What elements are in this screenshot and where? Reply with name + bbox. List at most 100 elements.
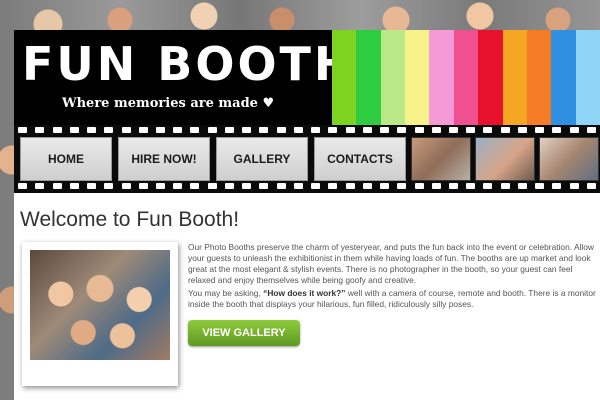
sprocket-hole	[328, 127, 338, 133]
color-stripes	[332, 30, 600, 125]
sprocket-hole	[345, 183, 355, 189]
sprocket-hole	[311, 183, 321, 189]
sprocket-hole	[259, 127, 269, 133]
sprocket-hole	[397, 127, 407, 133]
sprocket-hole	[121, 127, 131, 133]
sprocket-hole	[431, 183, 441, 189]
sprocket-hole	[345, 127, 355, 133]
sprocket-hole	[380, 127, 390, 133]
nav-contacts-button[interactable]: CONTACTS	[314, 137, 406, 181]
color-stripe	[551, 30, 576, 125]
sprocket-hole	[362, 127, 372, 133]
sprocket-hole	[35, 183, 45, 189]
sprocket-hole	[207, 127, 217, 133]
sprocket-hole	[18, 127, 28, 133]
sprocket-hole	[466, 127, 476, 133]
film-photo	[475, 137, 535, 181]
sprocket-hole	[18, 183, 28, 189]
polaroid-frame	[22, 242, 178, 386]
para2-question: “How does it work?”	[263, 288, 346, 298]
group-photo	[30, 250, 170, 360]
site-header: FUN BOOTH Where memories are made ♥	[14, 30, 600, 125]
sprocket-hole	[224, 183, 234, 189]
sprocket-hole	[328, 183, 338, 189]
sprocket-hole	[414, 183, 424, 189]
film-photo	[539, 137, 599, 181]
sprocket-hole	[276, 183, 286, 189]
sprocket-hole	[35, 127, 45, 133]
sprocket-hole	[535, 127, 545, 133]
sprocket-hole	[69, 127, 79, 133]
sprocket-hole	[500, 127, 510, 133]
sprocket-holes-bottom	[14, 183, 600, 191]
sprocket-hole	[448, 183, 458, 189]
sprocket-hole	[121, 183, 131, 189]
color-stripe	[575, 30, 600, 125]
sprocket-hole	[104, 183, 114, 189]
nav-hire-now-button[interactable]: HIRE NOW!	[118, 137, 210, 181]
film-photo	[411, 137, 471, 181]
sprocket-hole	[448, 127, 458, 133]
sprocket-hole	[500, 183, 510, 189]
sprocket-hole	[224, 127, 234, 133]
sprocket-hole	[293, 183, 303, 189]
sprocket-hole	[552, 127, 562, 133]
sprocket-hole	[52, 127, 62, 133]
intro-paragraph: Our Photo Booths preserve the charm of y…	[188, 242, 594, 285]
sprocket-hole	[138, 183, 148, 189]
sprocket-hole	[414, 127, 424, 133]
sprocket-hole	[207, 183, 217, 189]
sprocket-hole	[483, 183, 493, 189]
color-stripe	[453, 30, 479, 125]
color-stripe	[429, 30, 454, 125]
nav-gallery-button[interactable]: GALLERY	[216, 137, 308, 181]
sprocket-hole	[52, 183, 62, 189]
color-stripe	[380, 30, 406, 125]
page-title: Welcome to Fun Booth!	[20, 208, 240, 231]
sprocket-hole	[138, 127, 148, 133]
sprocket-hole	[431, 127, 441, 133]
sprocket-holes-top	[14, 127, 600, 135]
page-container: FUN BOOTH Where memories are made ♥ HOME…	[14, 30, 600, 400]
sprocket-hole	[190, 127, 200, 133]
color-stripe	[356, 30, 381, 125]
sprocket-hole	[362, 183, 372, 189]
para2-prefix: You may be asking,	[188, 288, 264, 298]
color-stripe	[502, 30, 527, 125]
sprocket-hole	[87, 183, 97, 189]
film-strip-nav: HOME HIRE NOW! GALLERY CONTACTS	[14, 125, 600, 193]
sprocket-hole	[69, 183, 79, 189]
sprocket-hole	[242, 183, 252, 189]
sprocket-hole	[466, 183, 476, 189]
sprocket-hole	[173, 127, 183, 133]
sprocket-hole	[535, 183, 545, 189]
color-stripe	[478, 30, 503, 125]
sprocket-hole	[190, 183, 200, 189]
sprocket-hole	[552, 183, 562, 189]
sprocket-hole	[173, 183, 183, 189]
color-stripe	[405, 30, 430, 125]
sprocket-hole	[569, 183, 579, 189]
sprocket-hole	[104, 127, 114, 133]
sprocket-hole	[155, 183, 165, 189]
sprocket-hole	[87, 127, 97, 133]
main-nav: HOME HIRE NOW! GALLERY CONTACTS	[20, 137, 406, 181]
sprocket-hole	[569, 127, 579, 133]
sprocket-hole	[293, 127, 303, 133]
site-logo[interactable]: FUN BOOTH	[22, 38, 355, 90]
tagline: Where memories are made ♥	[62, 96, 275, 111]
sprocket-hole	[397, 183, 407, 189]
sprocket-hole	[276, 127, 286, 133]
color-stripe	[526, 30, 552, 125]
sprocket-hole	[517, 127, 527, 133]
sprocket-hole	[586, 183, 596, 189]
nav-home-button[interactable]: HOME	[20, 137, 112, 181]
sprocket-hole	[586, 127, 596, 133]
view-gallery-button[interactable]: VIEW GALLERY	[188, 320, 300, 346]
sprocket-hole	[242, 127, 252, 133]
sprocket-hole	[311, 127, 321, 133]
color-stripe	[332, 30, 357, 125]
sprocket-hole	[259, 183, 269, 189]
sprocket-hole	[517, 183, 527, 189]
how-it-works-paragraph: You may be asking, “How does it work?” w…	[188, 288, 596, 310]
